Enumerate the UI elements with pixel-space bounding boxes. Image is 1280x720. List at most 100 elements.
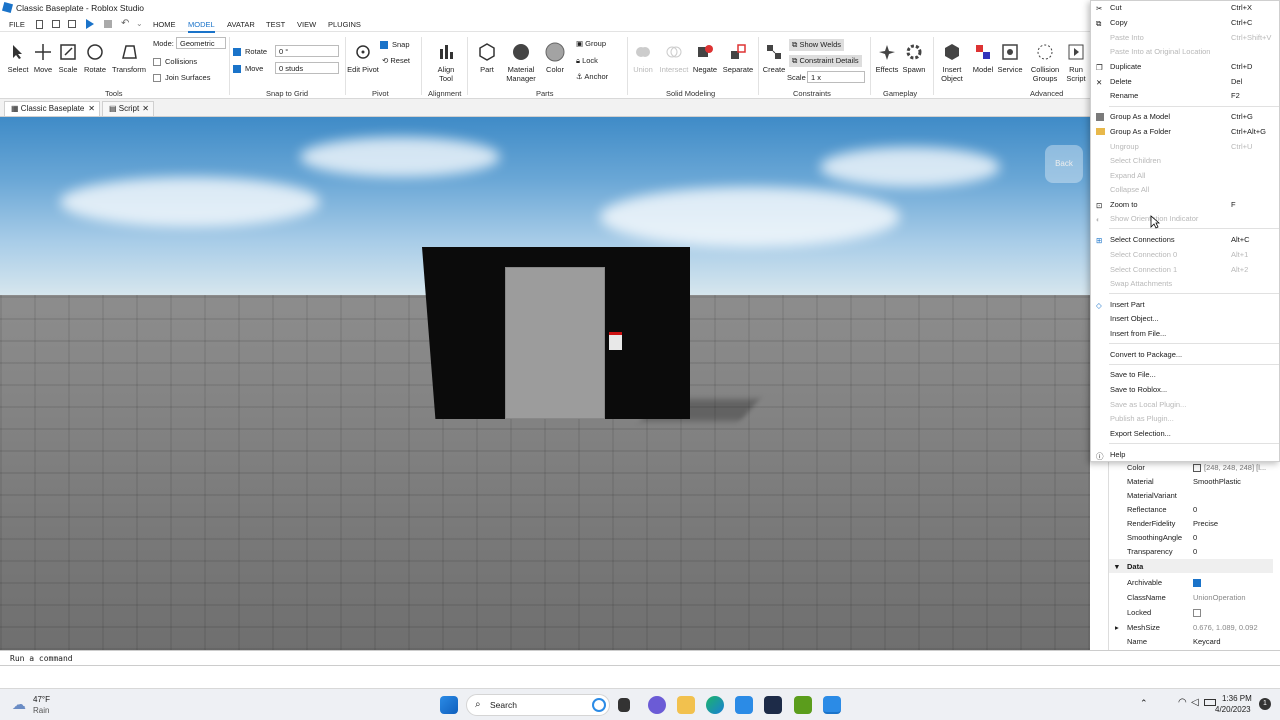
undo-icon[interactable]: ↶ — [121, 18, 129, 29]
menu-item-group-model[interactable]: Group As a Model Ctrl+G — [1091, 110, 1279, 124]
clock-date[interactable]: 4/20/2023 — [1215, 705, 1251, 714]
taskbar-search[interactable]: ⌕ Search — [466, 694, 610, 716]
clock-time[interactable]: 1:36 PM — [1222, 694, 1252, 703]
property-value[interactable]: 0 — [1193, 505, 1197, 514]
negate-button[interactable]: Negate — [689, 41, 721, 74]
menu-item-delete[interactable]: ✕ Delete Del — [1091, 75, 1279, 89]
lock-button[interactable]: 🔒︎ Lock — [576, 56, 598, 66]
data-group-header[interactable]: ▾ Data — [1109, 559, 1273, 573]
file-explorer-icon[interactable] — [677, 696, 695, 714]
menu-item-publish-plugin[interactable]: Publish as Plugin... — [1091, 412, 1279, 426]
collision-groups-button[interactable]: Collision Groups — [1027, 41, 1063, 83]
separate-button[interactable]: Separate — [720, 41, 756, 74]
menu-item-rename[interactable]: Rename F2 — [1091, 89, 1279, 103]
property-value[interactable]: 0 — [1193, 533, 1197, 542]
menu-item-select-children[interactable]: Select Children — [1091, 154, 1279, 168]
pivot-reset-button[interactable]: ⟲ Reset — [382, 56, 410, 65]
menu-item-export-selection[interactable]: Export Selection... — [1091, 427, 1279, 441]
tab-test[interactable]: TEST — [266, 20, 285, 29]
property-row[interactable]: Name Keycard — [1109, 634, 1273, 648]
tab-avatar[interactable]: AVATAR — [227, 20, 255, 29]
union-button[interactable]: Union — [627, 41, 659, 74]
insert-object-button[interactable]: Insert Object — [936, 41, 968, 83]
rotate-snap-toggle[interactable]: Rotate — [233, 47, 267, 57]
intersect-button[interactable]: Intersect — [656, 41, 692, 74]
task-view-icon[interactable] — [618, 698, 630, 712]
expand-arrow-icon[interactable]: ▸ — [1115, 623, 1119, 632]
tab-view[interactable]: VIEW — [297, 20, 316, 29]
menu-item-orientation[interactable]: ◐ Show Orientation Indicator — [1091, 212, 1279, 226]
property-row[interactable]: Transparency 0 — [1109, 544, 1273, 558]
create-constraint-button[interactable]: Create — [758, 41, 790, 74]
menu-item-convert-package[interactable]: Convert to Package... — [1091, 348, 1279, 362]
property-row[interactable]: Archivable — [1109, 575, 1273, 589]
rotate-tool[interactable]: Rotate — [79, 41, 111, 74]
menu-item-help[interactable]: ⓘ Help — [1091, 448, 1279, 462]
doc-tab-script[interactable]: ▤ Script ✕ — [102, 101, 154, 116]
volume-icon[interactable]: ◁ — [1191, 697, 1199, 708]
service-button[interactable]: Service — [994, 41, 1026, 74]
menu-item-expand-all[interactable]: Expand All — [1091, 169, 1279, 183]
menu-item-save-to-file[interactable]: Save to File... — [1091, 368, 1279, 382]
tab-home[interactable]: HOME — [153, 20, 176, 29]
move-snap-checkbox[interactable] — [233, 65, 241, 74]
collisions-toggle[interactable]: Collisions — [153, 57, 197, 67]
roblox-studio-taskbar-icon[interactable] — [823, 696, 841, 714]
collisions-checkbox[interactable] — [153, 58, 161, 67]
color-button[interactable]: Color — [539, 41, 571, 74]
property-value[interactable]: 0 — [1193, 547, 1197, 556]
edge-icon[interactable] — [706, 696, 724, 714]
run-script-button[interactable]: Run Script — [1062, 41, 1090, 83]
new-file-icon[interactable] — [36, 20, 43, 29]
menu-item-group-folder[interactable]: Group As a Folder Ctrl+Alt+G — [1091, 125, 1279, 139]
command-bar[interactable]: Run a command — [0, 650, 1280, 666]
menu-item-zoom-to[interactable]: ⊡ Zoom to F — [1091, 198, 1279, 212]
keycard-reader-part[interactable] — [609, 332, 622, 350]
constraint-scale-input[interactable]: 1 x — [807, 71, 865, 83]
save-icon[interactable] — [52, 20, 60, 28]
menu-item-save-local-plugin[interactable]: Save as Local Plugin... — [1091, 398, 1279, 412]
edit-pivot-button[interactable]: Edit Pivot — [347, 41, 379, 74]
play-icon[interactable] — [86, 19, 94, 29]
rotate-snap-checkbox[interactable] — [233, 48, 241, 57]
property-row[interactable]: Locked — [1109, 605, 1273, 619]
part-button[interactable]: Part — [471, 41, 503, 74]
3d-viewport[interactable]: Back — [0, 117, 1090, 650]
menu-item-cut[interactable]: ✂ Cut Ctrl+X — [1091, 1, 1279, 15]
move-snap-toggle[interactable]: Move — [233, 64, 263, 74]
chevron-up-icon[interactable]: ⌃ — [1140, 698, 1148, 709]
join-surfaces-toggle[interactable]: Join Surfaces — [153, 73, 210, 83]
close-icon[interactable]: ✕ — [142, 104, 149, 113]
windows-start-icon[interactable] — [440, 696, 458, 714]
rotate-snap-input[interactable]: 0 ° — [275, 45, 339, 57]
view-cube-back[interactable]: Back — [1045, 145, 1083, 183]
nvidia-icon[interactable] — [794, 696, 812, 714]
mode-select[interactable]: Geometric — [176, 37, 226, 49]
anchor-button[interactable]: ⚓︎ Anchor — [576, 72, 608, 81]
wifi-icon[interactable]: ◠ — [1178, 697, 1187, 708]
transform-tool[interactable]: Transform — [110, 41, 148, 74]
redo-icon[interactable]: ⌄ — [136, 19, 143, 28]
menu-item-paste-original[interactable]: Paste Into at Original Location — [1091, 45, 1279, 59]
menu-item-paste-into[interactable]: Paste Into Ctrl+Shift+V — [1091, 31, 1279, 45]
tab-plugins[interactable]: PLUGINS — [328, 20, 361, 29]
property-row[interactable]: MaterialVariant — [1109, 488, 1273, 502]
property-row[interactable]: Color [248, 248, 248] [l... — [1109, 460, 1273, 474]
property-row[interactable]: RenderFidelity Precise — [1109, 516, 1273, 530]
menu-item-ungroup[interactable]: Ungroup Ctrl+U — [1091, 140, 1279, 154]
menu-item-insert-object[interactable]: Insert Object... — [1091, 312, 1279, 326]
property-value[interactable]: SmoothPlastic — [1193, 477, 1241, 486]
menu-item-collapse-all[interactable]: Collapse All — [1091, 183, 1279, 197]
menu-item-swap-attachments[interactable]: Swap Attachments — [1091, 277, 1279, 291]
door-part[interactable] — [505, 267, 605, 419]
close-icon[interactable]: ✕ — [88, 104, 95, 113]
show-welds-toggle[interactable]: ⧉ Show Welds — [789, 39, 844, 51]
chat-icon[interactable] — [648, 696, 666, 714]
menu-item-duplicate[interactable]: ❐ Duplicate Ctrl+D — [1091, 60, 1279, 74]
property-value[interactable]: Keycard — [1193, 637, 1221, 646]
align-tool-button[interactable]: Align Tool — [430, 41, 462, 83]
menu-item-select-connection-0[interactable]: Select Connection 0 Alt+1 — [1091, 248, 1279, 262]
join-surfaces-checkbox[interactable] — [153, 74, 161, 83]
constraint-details-toggle[interactable]: ⧉ Constraint Details — [789, 55, 862, 67]
weather-widget[interactable]: ☁ 47°F Rain — [12, 693, 72, 717]
